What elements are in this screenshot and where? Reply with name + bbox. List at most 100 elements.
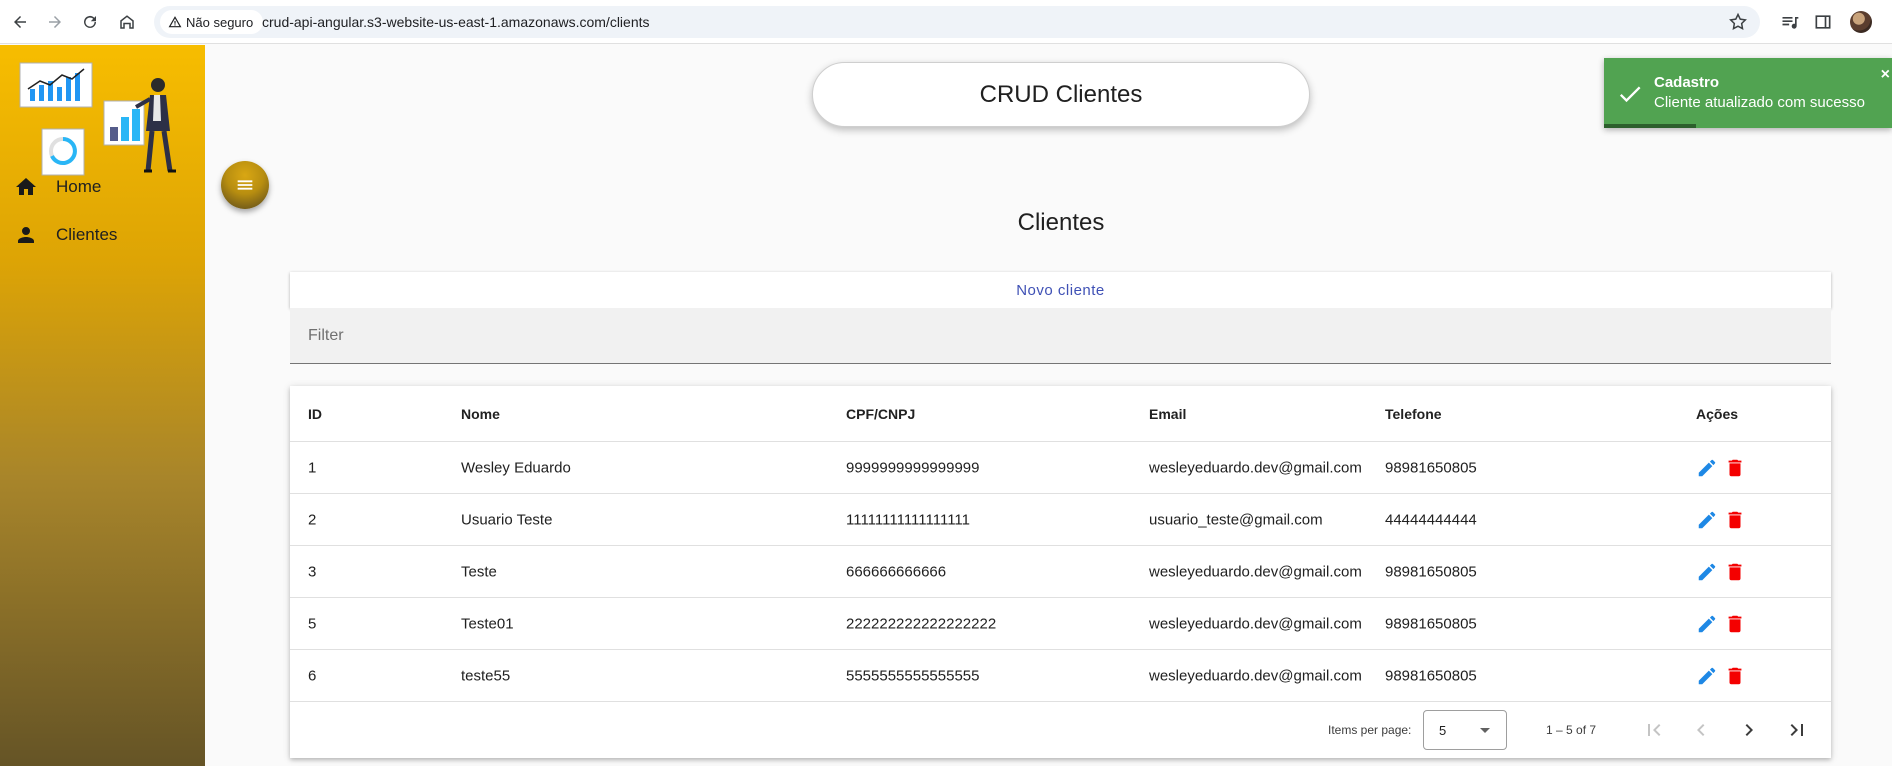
menu-toggle-button[interactable] [221, 161, 269, 209]
table-row: 1 Wesley Eduardo 9999999999999999 wesley… [290, 442, 1831, 494]
next-page-icon[interactable] [1737, 718, 1761, 742]
cell-telefone: 98981650805 [1385, 459, 1477, 476]
column-header-telefone[interactable]: Telefone [1385, 406, 1442, 422]
warning-triangle-icon [168, 16, 182, 28]
check-icon [1619, 86, 1641, 103]
cell-nome: teste55 [461, 667, 511, 684]
delete-trash-icon[interactable] [1724, 457, 1746, 479]
sidebar-item-label: Home [56, 177, 102, 196]
hamburger-menu-icon [237, 180, 253, 190]
delete-trash-icon[interactable] [1724, 665, 1746, 687]
success-toast[interactable]: Cadastro Cliente atualizado com sucesso … [1604, 58, 1892, 128]
arrow-forward-icon [49, 16, 61, 28]
cell-email: wesleyeduardo.dev@gmail.com [1149, 563, 1362, 580]
cell-nome: Teste [461, 563, 497, 580]
row-actions [1696, 613, 1746, 635]
cell-nome: Usuario Teste [461, 511, 553, 528]
profile-avatar[interactable] [1850, 11, 1872, 33]
forward-button[interactable] [42, 9, 68, 35]
paginator: Items per page: 5 1 – 5 of 7 [290, 702, 1831, 758]
sidebar-item-home[interactable]: Home [14, 175, 101, 199]
cell-nome: Wesley Eduardo [461, 459, 571, 476]
items-per-page-label: Items per page: [1328, 723, 1412, 737]
cell-email: wesleyeduardo.dev@gmail.com [1149, 615, 1362, 632]
toast-progress-bar [1604, 124, 1696, 128]
toast-close-button[interactable]: × [1881, 66, 1890, 84]
url-text[interactable]: crud-api-angular.s3-website-us-east-1.am… [262, 14, 650, 30]
bookmark-star-icon[interactable] [1728, 12, 1748, 32]
section-heading: Clientes [1017, 209, 1105, 236]
table-row: 2 Usuario Teste 11111111111111111 usuari… [290, 494, 1831, 546]
cell-id: 3 [308, 563, 317, 580]
column-header-acoes: Ações [1696, 405, 1739, 422]
cell-nome: Teste01 [461, 615, 514, 632]
cell-id: 6 [308, 667, 317, 684]
reload-icon [84, 15, 96, 28]
cell-cpf: 5555555555555555 [846, 667, 980, 684]
cell-email: wesleyeduardo.dev@gmail.com [1149, 667, 1362, 684]
delete-trash-icon[interactable] [1724, 509, 1746, 531]
column-header-id[interactable]: ID [308, 406, 322, 422]
items-per-page-select[interactable]: 5 [1423, 710, 1507, 750]
filter-placeholder: Filter [308, 327, 344, 344]
cell-cpf: 9999999999999999 [846, 459, 980, 476]
cell-email: usuario_teste@gmail.com [1149, 511, 1323, 528]
browser-toolbar: Não seguro crud-api-angular.s3-website-u… [0, 0, 1892, 44]
cell-cpf: 11111111111111111 [846, 511, 971, 528]
column-header-cpf[interactable]: CPF/CNPJ [846, 406, 915, 422]
delete-trash-icon[interactable] [1724, 561, 1746, 583]
cell-telefone: 98981650805 [1385, 667, 1477, 684]
person-icon [18, 227, 34, 243]
page-title-card: CRUD Clientes [812, 62, 1310, 127]
filter-field[interactable]: Filter [290, 308, 1831, 364]
home-outline-icon [120, 15, 134, 29]
cell-id: 1 [308, 459, 317, 476]
edit-pencil-icon[interactable] [1696, 561, 1718, 583]
cell-telefone: 98981650805 [1385, 563, 1477, 580]
back-button[interactable] [7, 9, 33, 35]
edit-pencil-icon[interactable] [1696, 457, 1718, 479]
dropdown-caret-icon [1480, 728, 1490, 733]
dashboard-illustration [19, 62, 176, 176]
row-actions [1696, 509, 1746, 531]
cell-telefone: 44444444444 [1385, 511, 1477, 528]
table-row: 6 teste55 5555555555555555 wesleyeduardo… [290, 650, 1831, 702]
items-per-page-value: 5 [1439, 723, 1447, 738]
cell-id: 5 [308, 615, 317, 632]
last-page-icon[interactable] [1785, 718, 1809, 742]
cell-email: wesleyeduardo.dev@gmail.com [1149, 459, 1362, 476]
first-page-icon[interactable] [1642, 718, 1666, 742]
security-label: Não seguro [186, 14, 254, 30]
row-actions [1696, 457, 1746, 479]
sidebar-item-label: Clientes [56, 225, 118, 244]
table-header-row: ID Nome CPF/CNPJ Email Telefone Ações [290, 386, 1831, 442]
page-title: CRUD Clientes [979, 80, 1143, 108]
arrow-back-icon [14, 16, 26, 28]
edit-pencil-icon[interactable] [1696, 613, 1718, 635]
new-client-button[interactable]: Novo cliente [290, 272, 1831, 308]
address-bar[interactable]: Não seguro crud-api-angular.s3-website-u… [154, 6, 1760, 38]
cell-telefone: 98981650805 [1385, 615, 1477, 632]
toast-message: Cliente atualizado com sucesso [1654, 94, 1865, 111]
sidebar-item-clientes[interactable]: Clientes [14, 223, 117, 247]
clients-table: ID Nome CPF/CNPJ Email Telefone Ações 1 … [290, 386, 1831, 758]
home-icon [16, 178, 36, 195]
toast-title: Cadastro [1654, 74, 1720, 91]
cell-cpf: 666666666666 [846, 563, 947, 580]
column-header-email[interactable]: Email [1149, 406, 1186, 422]
edit-pencil-icon[interactable] [1696, 665, 1718, 687]
column-header-nome[interactable]: Nome [461, 406, 500, 422]
page-range-label: 1 – 5 of 7 [1546, 723, 1597, 737]
delete-trash-icon[interactable] [1724, 613, 1746, 635]
cell-cpf: 222222222222222222 [846, 615, 997, 632]
side-panel-icon[interactable] [1813, 12, 1833, 32]
reload-button[interactable] [77, 9, 103, 35]
home-button[interactable] [114, 9, 140, 35]
previous-page-icon[interactable] [1689, 718, 1713, 742]
media-control-icon[interactable] [1780, 12, 1800, 32]
cell-id: 2 [308, 511, 317, 528]
security-chip[interactable]: Não seguro [160, 10, 264, 34]
edit-pencil-icon[interactable] [1696, 509, 1718, 531]
table-row: 5 Teste01 222222222222222222 wesleyeduar… [290, 598, 1831, 650]
row-actions [1696, 665, 1746, 687]
